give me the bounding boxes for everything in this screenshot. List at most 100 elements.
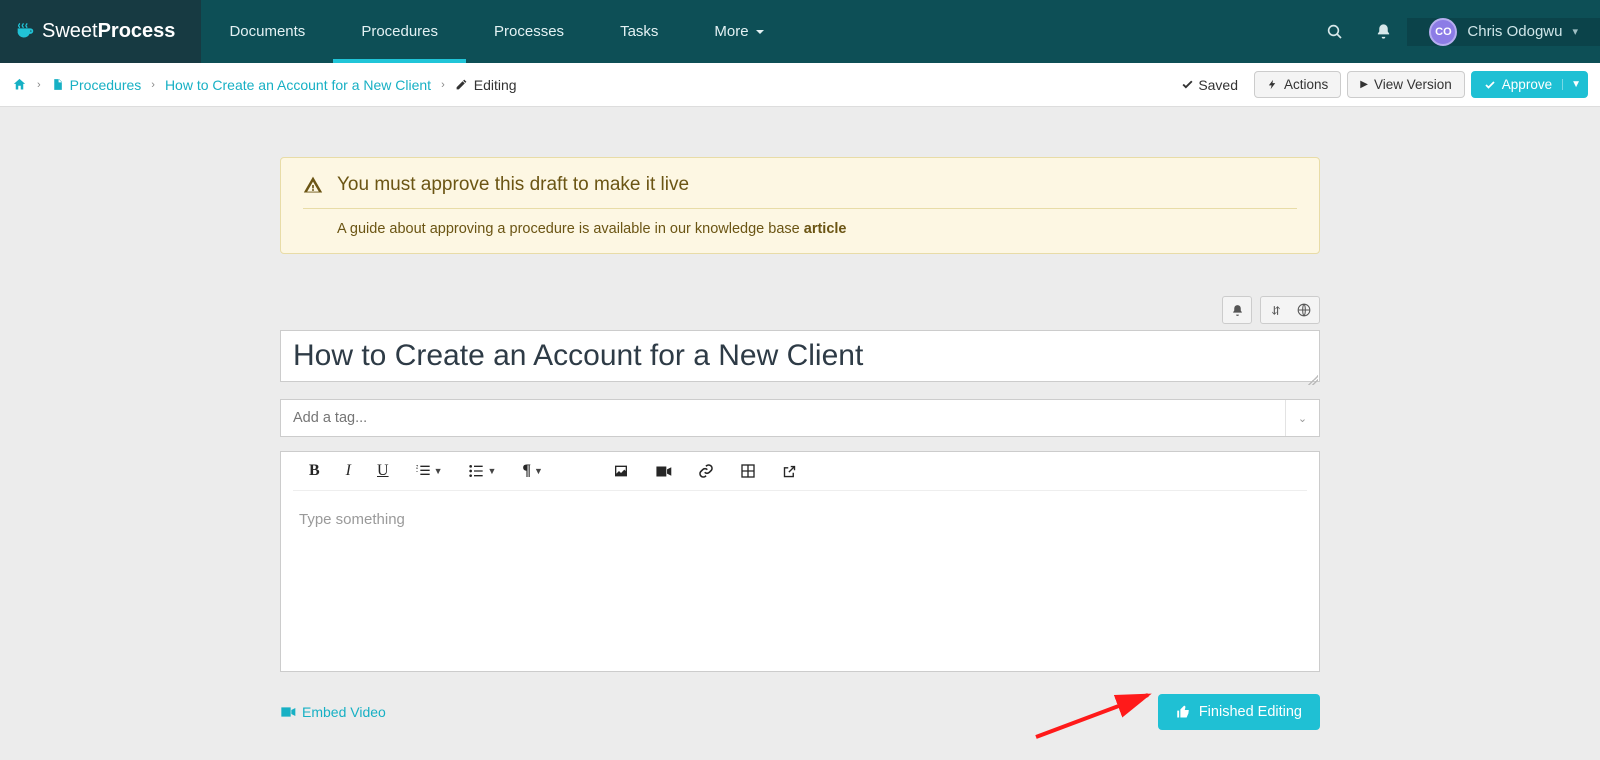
editor: B I U ▼ ▼ ¶ ▼ [280, 451, 1320, 672]
breadcrumb-procedures[interactable]: Procedures [70, 77, 142, 93]
actions-label: Actions [1284, 77, 1328, 92]
tag-input[interactable] [281, 410, 1285, 426]
link-button[interactable] [698, 463, 714, 479]
video-icon [655, 465, 672, 478]
pencil-icon [455, 78, 468, 91]
italic-button[interactable]: I [346, 462, 351, 480]
caret-down-icon: ▼ [487, 466, 496, 476]
external-link-button[interactable] [782, 464, 797, 479]
thumbs-up-icon [1176, 705, 1191, 720]
underline-button[interactable]: U [377, 462, 389, 480]
cup-icon [14, 21, 36, 43]
top-nav: SweetProcess Documents Procedures Proces… [0, 0, 1600, 63]
approval-alert: You must approve this draft to make it l… [280, 157, 1320, 254]
sort-button[interactable] [1270, 304, 1283, 317]
sort-and-share [1260, 296, 1320, 324]
footer-row: Embed Video Finished Editing [280, 694, 1320, 730]
video-button[interactable] [655, 465, 672, 478]
saved-status: Saved [1181, 77, 1238, 93]
sort-icon [1270, 304, 1283, 317]
approve-label: Approve [1502, 77, 1552, 92]
title-input[interactable] [280, 330, 1320, 382]
approve-button[interactable]: Approve ▼ [1471, 71, 1588, 98]
search-icon [1326, 23, 1344, 41]
table-button[interactable] [740, 463, 756, 479]
search-button[interactable] [1311, 0, 1359, 63]
editor-area[interactable]: Type something [281, 491, 1319, 671]
nav-more[interactable]: More [686, 0, 792, 63]
alert-sub-text: A guide about approving a procedure is a… [337, 221, 804, 237]
breadcrumb-doc[interactable]: How to Create an Account for a New Clien… [165, 77, 431, 93]
chevron-down-icon [755, 27, 765, 37]
subscribe-button[interactable] [1222, 296, 1252, 324]
breadcrumb-bar: › Procedures › How to Create an Account … [0, 63, 1600, 107]
user-menu[interactable]: CO Chris Odogwu ▾ [1407, 18, 1600, 46]
finished-editing-button[interactable]: Finished Editing [1158, 694, 1320, 730]
alert-subtitle: A guide about approving a procedure is a… [303, 209, 1297, 237]
embed-video-link[interactable]: Embed Video [280, 704, 386, 720]
nav-label: Processes [494, 23, 564, 40]
brand-logo[interactable]: SweetProcess [0, 0, 201, 63]
user-name: Chris Odogwu [1467, 23, 1562, 40]
nav-tasks[interactable]: Tasks [592, 0, 686, 63]
editing-label: Editing [474, 77, 517, 93]
bolt-icon [1267, 78, 1278, 91]
notifications-button[interactable] [1359, 0, 1407, 63]
home-link[interactable] [12, 77, 27, 92]
check-icon [1484, 79, 1496, 91]
external-link-icon [782, 464, 797, 479]
public-button[interactable] [1297, 303, 1311, 317]
unordered-list-button[interactable]: ▼ [468, 463, 496, 479]
warning-icon [303, 175, 323, 195]
video-icon [280, 706, 296, 718]
home-icon [12, 77, 27, 92]
view-version-button[interactable]: ▶ View Version [1347, 71, 1465, 98]
bold-button[interactable]: B [309, 462, 320, 480]
chevron-down-icon: ⌄ [1298, 412, 1307, 425]
finish-label: Finished Editing [1199, 704, 1302, 720]
bell-icon [1231, 304, 1244, 317]
embed-label: Embed Video [302, 704, 386, 720]
brand-part1: Sweet [42, 20, 98, 43]
nav-processes[interactable]: Processes [466, 0, 592, 63]
actions-button[interactable]: Actions [1254, 71, 1341, 98]
unordered-list-icon [468, 463, 484, 479]
breadcrumb-editing: Editing [455, 77, 517, 93]
caret-down-icon: ▼ [534, 466, 543, 476]
bell-icon [1375, 23, 1392, 40]
globe-icon [1297, 303, 1311, 317]
nav-label: Procedures [361, 23, 438, 40]
content: You must approve this draft to make it l… [280, 157, 1320, 730]
check-icon [1181, 78, 1194, 91]
tag-dropdown[interactable]: ⌄ [1285, 400, 1319, 436]
alert-article-link[interactable]: article [804, 221, 847, 237]
nav-documents[interactable]: Documents [201, 0, 333, 63]
breadcrumb-sep: › [441, 79, 445, 91]
avatar-initials: CO [1435, 26, 1452, 38]
nav-items: Documents Procedures Processes Tasks Mor… [201, 0, 792, 63]
file-icon [51, 77, 64, 92]
nav-label: More [714, 23, 748, 40]
approve-dropdown[interactable]: ▼ [1562, 79, 1581, 90]
view-version-label: View Version [1374, 77, 1452, 92]
brand-part2: Process [98, 20, 176, 43]
nav-label: Documents [229, 23, 305, 40]
caret-right-icon: ▶ [1360, 79, 1368, 90]
nav-label: Tasks [620, 23, 658, 40]
nav-right: CO Chris Odogwu ▾ [1311, 0, 1600, 63]
image-icon [613, 463, 629, 479]
alert-title: You must approve this draft to make it l… [337, 174, 689, 196]
paragraph-button[interactable]: ¶ ▼ [522, 462, 543, 480]
image-button[interactable] [613, 463, 629, 479]
doc-mini-actions [280, 296, 1320, 324]
tag-field-wrap: ⌄ [280, 399, 1320, 437]
nav-procedures[interactable]: Procedures [333, 0, 466, 63]
chevron-down-icon: ▾ [1572, 25, 1578, 38]
editor-toolbar: B I U ▼ ▼ ¶ ▼ [293, 452, 1307, 491]
link-icon [698, 463, 714, 479]
avatar: CO [1429, 18, 1457, 46]
title-wrap [280, 330, 1320, 387]
ordered-list-button[interactable]: ▼ [415, 463, 443, 479]
caret-down-icon: ▼ [434, 466, 443, 476]
saved-label: Saved [1198, 77, 1238, 93]
